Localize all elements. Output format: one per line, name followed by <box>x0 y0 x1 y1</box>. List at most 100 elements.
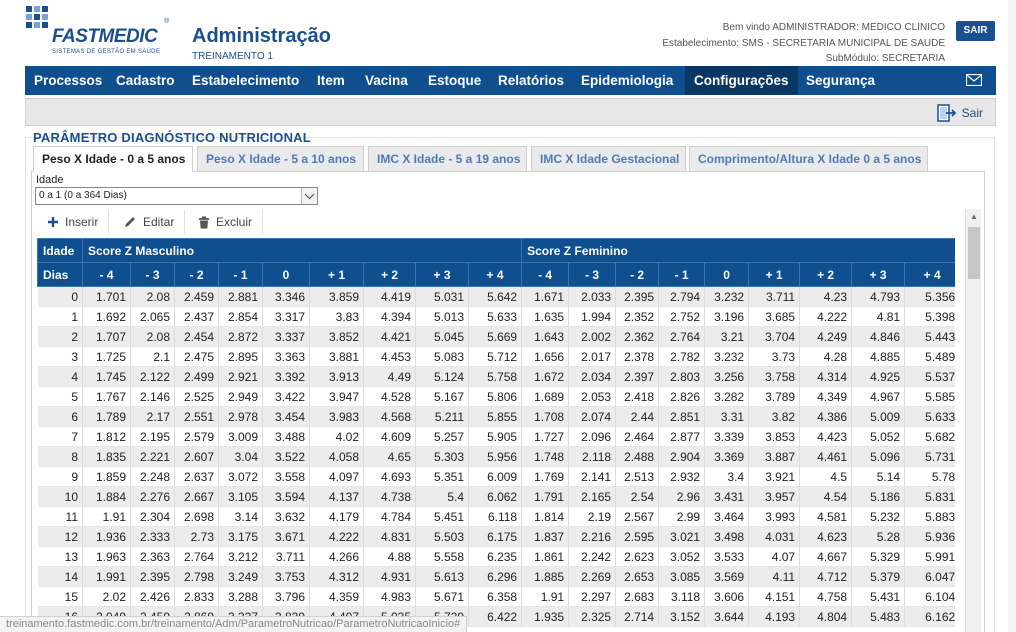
table-row[interactable]: 8 1.835 2.221 2.607 3.04 3.522 4.058 4.65 5.303 5… <box>37 446 955 467</box>
tab-imc-idade-5-19[interactable]: IMC X Idade - 5 a 19 anos <box>368 146 527 172</box>
cell-zscore: 2.333 <box>130 526 175 547</box>
tab-peso-idade-5-10[interactable]: Peso X Idade - 5 a 10 anos <box>197 146 364 172</box>
table-row[interactable]: 15 2.02 2.426 2.833 3.288 3.796 4.359 4.983 5.67… <box>37 586 955 607</box>
cell-zscore: 2.352 <box>615 306 660 327</box>
table-row[interactable]: 5 1.767 2.146 2.525 2.949 3.422 3.947 4.528 5.16… <box>37 386 955 407</box>
cell-zscore: 4.031 <box>748 526 801 547</box>
cell-zscore: 4.266 <box>309 546 364 567</box>
cell-zscore: 5.4 <box>415 486 469 507</box>
cell-zscore: 4.846 <box>851 326 906 347</box>
cell-zscore: 2.949 <box>218 386 263 407</box>
cell-zscore: 1.656 <box>521 346 570 367</box>
insert-button[interactable]: Inserir <box>37 210 110 234</box>
table-row[interactable]: 6 1.789 2.17 2.551 2.978 3.454 3.983 4.568 5.211… <box>37 406 955 427</box>
cell-zscore: 5.489 <box>904 346 955 367</box>
cell-zscore: 2.053 <box>568 386 617 407</box>
cell-dias: 6 <box>37 406 83 427</box>
table-scrollbar[interactable]: ▲ <box>965 209 981 632</box>
sair-button[interactable]: Sair <box>936 103 983 122</box>
cell-zscore: 4.394 <box>363 306 416 327</box>
pencil-icon <box>125 217 135 227</box>
window-scrollbar[interactable] <box>1008 0 1016 632</box>
fastmedic-logo[interactable]: FASTMEDIC ® SISTEMAS DE GESTÃO EM SAÚDE <box>26 6 172 62</box>
menu-item-cadastro[interactable]: Cadastro <box>107 66 184 95</box>
menu-item-seguranca[interactable]: Segurança <box>797 66 884 95</box>
logout-button[interactable]: SAIR <box>956 21 995 41</box>
tab-peso-idade-0-5[interactable]: Peso X Idade - 0 a 5 anos <box>33 146 193 172</box>
menu-item-estabelecimento[interactable]: Estabelecimento <box>183 66 308 95</box>
cell-zscore: 3.422 <box>262 386 310 407</box>
cell-zscore: 5.633 <box>904 406 955 427</box>
tab-imc-idade-gestacional[interactable]: IMC X Idade Gestacional <box>531 146 686 172</box>
cell-zscore: 4.193 <box>748 606 801 627</box>
menu-item-epidemiologia[interactable]: Epidemiologia <box>572 66 682 95</box>
cell-zscore: 1.727 <box>521 426 570 447</box>
main-menu: Processos Cadastro Estabelecimento Item … <box>25 66 996 95</box>
cell-zscore: 6.047 <box>904 566 955 587</box>
sair-label: Sair <box>961 105 983 120</box>
cell-zscore: 4.222 <box>309 526 364 547</box>
menu-item-vacina[interactable]: Vacina <box>356 66 417 95</box>
menu-item-estoque[interactable]: Estoque <box>419 66 490 95</box>
menu-item-configuracoes[interactable]: Configurações <box>685 66 798 95</box>
col-header-z-m-2: - 2 <box>174 262 219 287</box>
cell-zscore: 4.058 <box>309 446 364 467</box>
envelope-icon[interactable] <box>966 74 982 86</box>
cell-zscore: 5.712 <box>468 346 523 367</box>
cell-zscore: 4.885 <box>851 346 906 367</box>
cell-zscore: 5.013 <box>415 306 469 327</box>
table-row[interactable]: 2 1.707 2.08 2.454 2.872 3.337 3.852 4.421 5.045… <box>37 326 955 347</box>
cell-zscore: 1.745 <box>82 366 131 387</box>
cell-zscore: 2.714 <box>615 606 660 627</box>
table-row[interactable]: 1 1.692 2.065 2.437 2.854 3.317 3.83 4.394 5.013… <box>37 306 955 327</box>
col-header-z-m-3: - 1 <box>218 262 263 287</box>
cell-zscore: 2.096 <box>568 426 617 447</box>
cell-zscore: 5.009 <box>851 406 906 427</box>
idade-select[interactable]: 0 a 1 (0 a 364 Dias) <box>35 187 318 205</box>
cell-zscore: 2.216 <box>568 526 617 547</box>
cell-zscore: 3.947 <box>309 386 364 407</box>
table-row[interactable]: 12 1.936 2.333 2.73 3.175 3.671 4.222 4.831 5.50… <box>37 526 955 547</box>
table-row[interactable]: 3 1.725 2.1 2.475 2.895 3.363 3.881 4.453 5.083 5… <box>37 346 955 367</box>
cell-zscore: 2.426 <box>130 586 175 607</box>
cell-zscore: 2.595 <box>615 526 660 547</box>
cell-zscore: 5.991 <box>904 546 955 567</box>
cell-zscore: 4.784 <box>363 506 416 527</box>
table-row[interactable]: 9 1.859 2.248 2.637 3.072 3.558 4.097 4.693 5.35… <box>37 466 955 487</box>
cell-zscore: 5.052 <box>851 426 906 447</box>
tab-comprimento-altura[interactable]: Comprimento/Altura X Idade 0 a 5 anos <box>689 146 928 172</box>
chevron-down-icon[interactable] <box>301 188 317 204</box>
table-row[interactable]: 13 1.963 2.363 2.764 3.212 3.711 4.266 4.88 5.55… <box>37 546 955 567</box>
table-row[interactable]: 11 1.91 2.304 2.698 3.14 3.632 4.179 4.784 5.451… <box>37 506 955 527</box>
cell-zscore: 5.045 <box>415 326 469 347</box>
cell-zscore: 2.269 <box>568 566 617 587</box>
cell-zscore: 1.769 <box>521 466 570 487</box>
edit-button[interactable]: Editar <box>113 210 186 234</box>
col-header-z-f-8: + 4 <box>904 262 955 287</box>
cell-zscore: 5.356 <box>904 286 955 307</box>
table-row[interactable]: 0 1.701 2.08 2.459 2.881 3.346 3.859 4.419 5.031… <box>37 286 955 307</box>
table-row[interactable]: 7 1.812 2.195 2.579 3.009 3.488 4.02 4.609 5.257… <box>37 426 955 447</box>
col-header-z-f-1: - 3 <box>568 262 617 287</box>
scroll-up-icon[interactable]: ▲ <box>966 209 982 225</box>
cell-zscore: 1.837 <box>521 526 570 547</box>
cell-zscore: 4.419 <box>363 286 416 307</box>
cell-zscore: 1.935 <box>521 606 570 627</box>
table-row[interactable]: 14 1.991 2.395 2.798 3.249 3.753 4.312 4.931 5.6… <box>37 566 955 587</box>
cell-zscore: 2.798 <box>174 566 219 587</box>
cell-zscore: 2.794 <box>658 286 706 307</box>
menu-item-relatorios[interactable]: Relatórios <box>489 66 573 95</box>
cell-zscore: 5.124 <box>415 366 469 387</box>
cell-dias: 3 <box>37 346 83 367</box>
cell-zscore: 2.141 <box>568 466 617 487</box>
menu-item-item[interactable]: Item <box>308 66 354 95</box>
cell-zscore: 2.325 <box>568 606 617 627</box>
table-row[interactable]: 10 1.884 2.276 2.667 3.105 3.594 4.137 4.738 5.4… <box>37 486 955 507</box>
scroll-thumb[interactable] <box>968 227 980 279</box>
delete-button[interactable]: Excluir <box>188 210 264 234</box>
menu-item-processos[interactable]: Processos <box>25 66 111 95</box>
table-row[interactable]: 4 1.745 2.122 2.499 2.921 3.392 3.913 4.49 5.124… <box>37 366 955 387</box>
cell-zscore: 2.065 <box>130 306 175 327</box>
cell-zscore: 2.034 <box>568 366 617 387</box>
col-header-z-m-6: + 2 <box>363 262 416 287</box>
